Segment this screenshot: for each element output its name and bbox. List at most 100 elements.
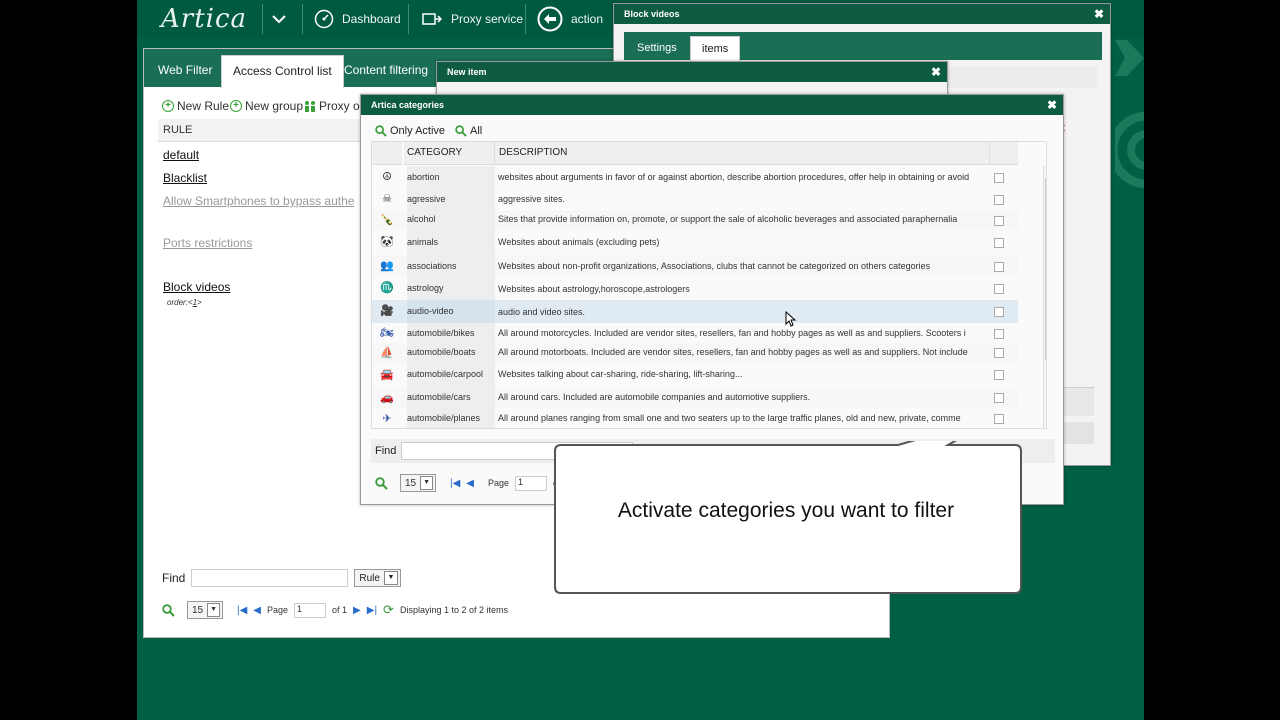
category-row[interactable]: ✈ automobile/planes All around planes ra… (372, 408, 1018, 428)
category-row[interactable]: 🏍 automobile/bikes All around motorcycle… (372, 323, 1018, 343)
active-column-header (989, 142, 1018, 165)
scrollbar-thumb[interactable] (1045, 178, 1046, 360)
category-description: Websites about non-profit organizations,… (498, 261, 931, 271)
nav-dashboard[interactable]: Dashboard (314, 0, 401, 38)
category-description: Websites about animals (excluding pets) (498, 237, 660, 247)
category-row[interactable]: 🐼 animals Websites about animals (exclud… (372, 230, 1018, 255)
order-label: order: (167, 298, 188, 307)
carpool-icon: 🚘 (380, 369, 394, 381)
category-row[interactable]: 🚘 automobile/carpool Websites talking ab… (372, 363, 1018, 388)
first-page-icon[interactable]: |◀ (237, 605, 247, 616)
icon-column-header (372, 142, 402, 165)
categories-title-text: Artica categories (371, 100, 445, 110)
order-value[interactable]: 1 (193, 298, 197, 307)
tab-settings[interactable]: Settings (626, 36, 688, 60)
first-page-icon[interactable]: |◀ (450, 478, 460, 489)
category-active-checkbox[interactable] (994, 370, 1004, 380)
categories-page-input[interactable]: 1 (515, 475, 548, 491)
rule-allow-smartphones[interactable]: Allow Smartphones to bypass authe (163, 194, 354, 208)
prev-page-icon[interactable]: ◀ (253, 605, 261, 616)
category-active-checkbox[interactable] (994, 173, 1004, 183)
new-rule-label: New Rule (177, 99, 230, 113)
close-icon[interactable]: ✖ (931, 62, 941, 82)
category-row[interactable]: 🚗 automobile/cars All around cars. Inclu… (372, 388, 1018, 408)
tab-content-filtering[interactable]: Content filtering (333, 55, 439, 87)
category-active-checkbox[interactable] (994, 195, 1004, 205)
category-row[interactable]: ♏ astrology Websites about astrology,hor… (372, 277, 1018, 300)
category-active-checkbox[interactable] (994, 238, 1004, 248)
category-active-checkbox[interactable] (994, 284, 1004, 294)
rule-block-videos[interactable]: Block videos (163, 280, 230, 294)
last-page-icon[interactable]: ▶| (367, 605, 377, 616)
category-active-checkbox[interactable] (994, 393, 1004, 403)
new-group-button[interactable]: + New group (230, 99, 303, 113)
vertical-scrollbar[interactable] (1043, 166, 1046, 428)
rule-order: order:<1> (167, 298, 202, 307)
next-page-icon[interactable]: ▶ (353, 605, 361, 616)
tab-access-control-list[interactable]: Access Control list (221, 55, 344, 88)
category-active-checkbox[interactable] (994, 262, 1004, 272)
callout-text: Activate categories you want to filter (617, 499, 955, 522)
proxy-server-icon (422, 13, 443, 25)
search-icon[interactable] (375, 476, 388, 490)
category-row[interactable]: ⛵ automobile/boats All around motorboats… (372, 343, 1018, 363)
rule-blacklist[interactable]: Blacklist (163, 171, 207, 185)
nav-separator (525, 4, 526, 34)
main-find-input[interactable] (191, 569, 349, 587)
close-icon[interactable]: ✖ (1047, 95, 1057, 115)
category-name: automobile/cars (407, 388, 495, 408)
associations-icon: 👥 (380, 260, 394, 272)
proxy-objects-button[interactable]: Proxy ob (304, 99, 366, 113)
category-row[interactable]: 👥 associations Websites about non-profit… (372, 255, 1018, 277)
category-active-checkbox[interactable] (994, 329, 1004, 339)
background-arrow-gear-icon (1115, 40, 1144, 189)
tab-web-filter[interactable]: Web Filter (147, 55, 223, 87)
category-row[interactable]: 🍾 alcohol Sites that provide information… (372, 210, 1018, 230)
pager-status: Displaying 1 to 2 of 2 items (399, 605, 509, 615)
nav-proxy-service[interactable]: Proxy service (421, 0, 523, 38)
block-videos-title: Block videos ✖ (614, 4, 1110, 24)
astrology-icon: ♏ (380, 282, 394, 294)
per-page-select[interactable]: 15 ▼ (187, 601, 223, 619)
category-active-checkbox[interactable] (994, 216, 1004, 226)
categories-find-label: Find (375, 445, 397, 457)
categories-per-page-select[interactable]: 15 ▼ (400, 474, 436, 492)
category-row[interactable]: ☠ agressive aggressive sites. (372, 188, 1018, 210)
category-name: astrology (407, 277, 495, 300)
new-rule-button[interactable]: + New Rule (162, 99, 229, 113)
rule-ports-restrictions[interactable]: Ports restrictions (163, 236, 252, 250)
page-label: Page (267, 605, 289, 615)
search-icon[interactable] (162, 603, 175, 617)
all-label: All (470, 125, 483, 137)
only-active-label: Only Active (390, 125, 446, 137)
cars-icon: 🚗 (380, 392, 394, 404)
categories-pager: 15▼ |◀ ◀ Page 1 o (375, 474, 558, 492)
categories-title: Artica categories ✖ (361, 95, 1063, 115)
tab-items[interactable]: items (690, 36, 741, 61)
only-active-button[interactable]: Only Active (375, 125, 445, 137)
page-number-input[interactable]: 1 (294, 602, 327, 618)
category-active-checkbox[interactable] (994, 414, 1004, 424)
category-row-hovered[interactable]: 🎥 audio-video audio and video sites. (372, 300, 1018, 323)
rule-default[interactable]: default (163, 148, 199, 162)
refresh-icon[interactable]: ⟳ (383, 602, 394, 618)
prev-page-icon[interactable]: ◀ (466, 478, 474, 489)
category-row[interactable]: ☮ abortion websites about arguments in f… (372, 166, 1018, 188)
category-column-header[interactable]: CATEGORY (404, 142, 495, 165)
category-active-checkbox[interactable] (994, 307, 1004, 317)
new-item-title-text: New item (447, 67, 487, 77)
category-active-checkbox[interactable] (994, 348, 1004, 358)
category-name: automobile/boats (407, 343, 495, 363)
all-button[interactable]: All (455, 125, 482, 137)
new-group-label: New group (245, 99, 304, 113)
nav-menu-toggle[interactable] (271, 0, 287, 38)
audio-video-icon: 🎥 (380, 305, 394, 317)
nav-action[interactable]: action (537, 0, 603, 38)
close-icon[interactable]: ✖ (1094, 4, 1104, 24)
category-description: All around cars. Included are automobile… (498, 392, 811, 402)
people-group-icon (305, 101, 315, 112)
page-of-label: of 1 (332, 605, 348, 615)
find-field-select[interactable]: Rule ▼ (354, 569, 401, 587)
dropdown-arrow-icon: ▼ (207, 603, 220, 617)
description-column-header[interactable]: DESCRIPTION (494, 142, 993, 165)
